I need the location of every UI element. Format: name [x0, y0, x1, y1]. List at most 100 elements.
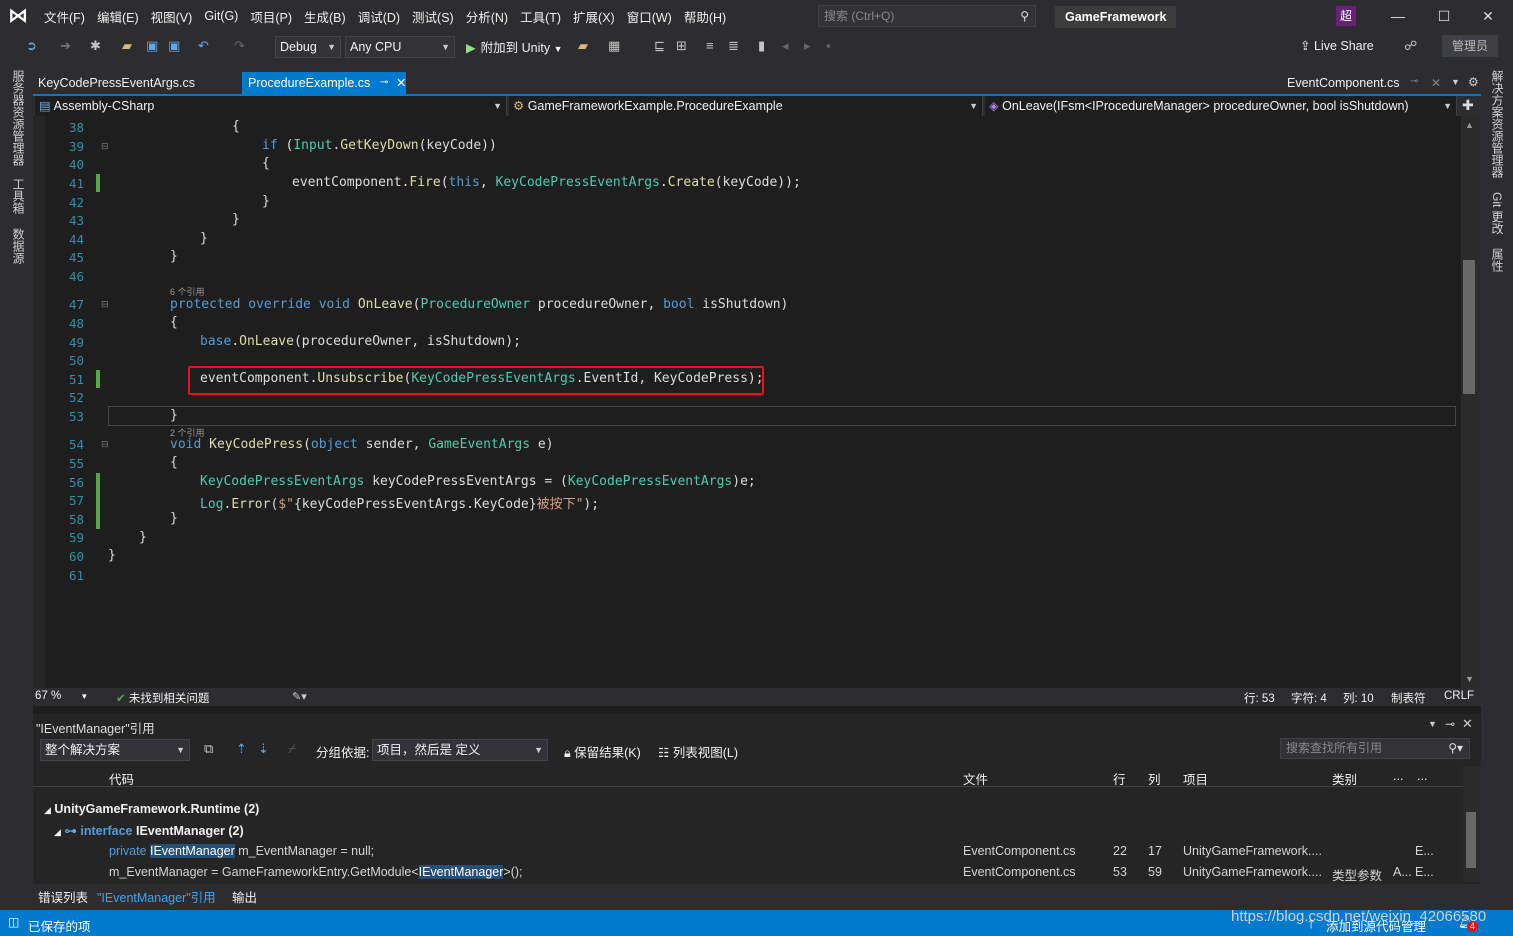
live-share-button[interactable]: ⇪ Live Share — [1300, 38, 1374, 53]
back-icon[interactable]: ➲ — [26, 38, 37, 54]
group-by-dropdown[interactable]: 项目，然后是 定义 ▼ — [372, 739, 548, 761]
data-sources-tab[interactable]: 数据源 — [10, 228, 27, 264]
bookmark-icon[interactable]: ▮ — [758, 38, 765, 54]
group-project-row[interactable]: ◢ UnityGameFramework.Runtime (2) — [44, 802, 259, 816]
column-header-more[interactable]: ... — [1393, 769, 1403, 783]
step-icon[interactable]: ⊑ — [654, 38, 665, 54]
member-dropdown[interactable]: ◈ OnLeave(IFsm<IProcedureManager> proced… — [985, 96, 1457, 116]
layout-icon[interactable]: ⊞ — [676, 38, 687, 54]
menu-help[interactable]: 帮助(H) — [682, 7, 735, 26]
collapse-icon[interactable]: ⊟ — [101, 439, 109, 450]
close-icon[interactable]: ✕ — [1480, 8, 1496, 25]
prev-result-icon[interactable]: ⇡ — [236, 741, 247, 757]
open-file-icon[interactable]: ▰ — [122, 38, 132, 54]
menu-debug[interactable]: 调试(D) — [356, 7, 409, 26]
pin-icon[interactable]: ⊸ — [1445, 717, 1455, 731]
column-header-more[interactable]: ... — [1417, 769, 1427, 783]
tabs-indicator[interactable]: 制表符 — [1391, 690, 1426, 706]
scroll-up-icon[interactable]: ▲ — [1465, 120, 1474, 130]
pin-icon[interactable]: ⊸ — [380, 72, 388, 94]
toolbox-tab[interactable]: 工具箱 — [10, 178, 27, 214]
undo-icon[interactable]: ↶ — [198, 38, 209, 54]
forward-icon[interactable]: ➔ — [60, 38, 71, 54]
save-all-icon[interactable]: ▣ — [168, 38, 180, 54]
solution-explorer-tab[interactable]: 解决方案资源管理器 — [1489, 70, 1506, 178]
project-dropdown[interactable]: ▤ Assembly-CSharp ▼ — [35, 96, 507, 116]
clear-bookmarks-icon[interactable]: ▪ — [826, 38, 831, 53]
next-bookmark-icon[interactable]: ▸ — [804, 38, 811, 54]
class-dropdown[interactable]: ⚙ GameFrameworkExample.ProcedureExample ▼ — [509, 96, 983, 116]
close-tab-icon[interactable]: ✕ — [396, 72, 406, 94]
menu-git[interactable]: Git(G) — [202, 9, 247, 23]
tab-error-list[interactable]: 错误列表 — [38, 887, 88, 906]
scroll-down-icon[interactable]: ▼ — [1465, 674, 1474, 684]
browser-icon[interactable]: ▦ — [608, 38, 620, 54]
copy-icon[interactable]: ⧉ — [204, 741, 213, 757]
tab-eventcomponent[interactable]: EventComponent.cs — [1281, 72, 1406, 94]
save-icon[interactable]: ▣ — [146, 38, 158, 54]
collapse-icon[interactable]: ⊟ — [101, 299, 109, 310]
menu-edit[interactable]: 编辑(E) — [95, 7, 148, 26]
scrollbar-thumb[interactable] — [1463, 260, 1475, 394]
issues-indicator[interactable]: ✔ 未找到相关问题 — [116, 690, 209, 706]
menu-file[interactable]: 文件(F) — [42, 7, 94, 26]
menu-view[interactable]: 视图(V) — [149, 7, 202, 26]
source-control-button[interactable]: 添加到源代码管理 — [1326, 916, 1426, 935]
tab-output[interactable]: 输出 — [232, 887, 257, 906]
close-panel-icon[interactable]: ✕ — [1462, 716, 1473, 732]
close-tab-icon[interactable]: ✕ — [1431, 76, 1441, 90]
column-header-project[interactable]: 项目 — [1183, 769, 1208, 788]
references-search-input[interactable]: 搜索查找所有引用 ⚲▾ — [1280, 738, 1470, 759]
attach-button[interactable]: ▶ 附加到 Unity ▼ — [466, 37, 562, 56]
editor-vertical-scrollbar[interactable] — [1461, 116, 1481, 688]
prev-bookmark-icon[interactable]: ◂ — [782, 38, 789, 54]
menu-tools[interactable]: 工具(T) — [518, 7, 570, 26]
folder-icon[interactable]: ▰ — [578, 38, 588, 54]
group-definition-row[interactable]: ◢ ⊶ interface IEventManager (2) — [54, 823, 244, 838]
menu-analyze[interactable]: 分析(N) — [464, 7, 517, 26]
maximize-icon[interactable]: ☐ — [1436, 8, 1452, 25]
platform-dropdown[interactable]: Any CPU ▼ — [345, 36, 455, 58]
brush-icon[interactable]: ✎▾ — [292, 690, 307, 703]
gear-icon[interactable]: ⚙ — [1468, 75, 1479, 89]
properties-tab[interactable]: 属性 — [1489, 248, 1506, 272]
minimize-icon[interactable]: — — [1390, 8, 1406, 24]
collapse-icon[interactable]: ⊟ — [101, 141, 109, 152]
server-explorer-tab[interactable]: 服务器资源管理器 — [10, 70, 27, 166]
redo-icon[interactable]: ↷ — [234, 38, 245, 54]
column-header-file[interactable]: 文件 — [963, 769, 988, 788]
zoom-level[interactable]: 67 % ▼ — [35, 690, 88, 702]
tab-list-dropdown-icon[interactable]: ▼ — [1451, 77, 1460, 87]
feedback-icon[interactable]: ☍ — [1404, 38, 1417, 54]
menu-window[interactable]: 窗口(W) — [625, 7, 681, 26]
column-header-kind[interactable]: 类别 — [1332, 769, 1357, 788]
pin-icon[interactable]: ⊸ — [1410, 76, 1418, 87]
config-dropdown[interactable]: Debug ▼ — [275, 36, 341, 58]
scope-dropdown[interactable]: 整个解决方案 ▼ — [40, 739, 190, 761]
eol-indicator[interactable]: CRLF — [1444, 690, 1474, 702]
new-project-icon[interactable]: ✱ — [90, 38, 101, 54]
tab-references[interactable]: "IEventManager"引用 — [97, 887, 216, 906]
next-result-icon[interactable]: ⇣ — [258, 741, 269, 757]
reference-row[interactable]: m_EventManager = GameFrameworkEntry.GetM… — [109, 865, 523, 879]
git-changes-tab[interactable]: Git 更改 — [1489, 192, 1506, 235]
keep-results-button[interactable]: 🔒︎ 保留结果(K) — [564, 742, 641, 761]
split-editor-icon[interactable]: ✚ — [1462, 97, 1474, 114]
avatar[interactable]: 超 — [1336, 6, 1356, 26]
comment-icon[interactable]: ≡ — [706, 38, 714, 53]
uncomment-icon[interactable]: ≣ — [728, 38, 739, 54]
menu-test[interactable]: 测试(S) — [410, 7, 463, 26]
column-header-code[interactable]: 代码 — [109, 769, 134, 788]
menu-project[interactable]: 项目(P) — [248, 7, 301, 26]
reference-row[interactable]: private IEventManager m_EventManager = n… — [109, 844, 374, 858]
search-input[interactable]: 搜索 (Ctrl+Q) ⚲ — [818, 5, 1036, 27]
panel-dropdown-icon[interactable]: ▼ — [1428, 719, 1437, 729]
list-view-button[interactable]: ☷ 列表视图(L) — [658, 742, 738, 761]
code-editor[interactable] — [33, 116, 1461, 688]
column-header-col[interactable]: 列 — [1148, 769, 1161, 788]
menu-build[interactable]: 生成(B) — [302, 7, 355, 26]
tab-procedureexample[interactable]: ProcedureExample.cs ⊸ ✕ — [242, 72, 406, 94]
scrollbar-thumb[interactable] — [1466, 812, 1476, 868]
clear-filter-icon[interactable]: ⌿ — [288, 741, 296, 757]
menu-extensions[interactable]: 扩展(X) — [571, 7, 624, 26]
